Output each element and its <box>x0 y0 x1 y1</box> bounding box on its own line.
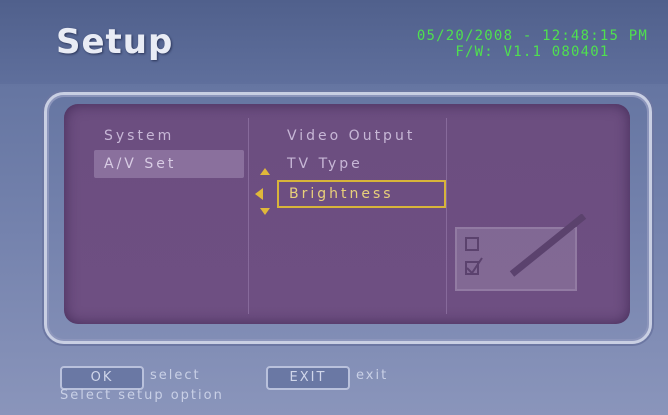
up-arrow-icon[interactable] <box>260 168 270 175</box>
option-item-video-output[interactable]: Video Output <box>277 122 442 150</box>
scroll-arrows[interactable] <box>255 168 273 215</box>
date-time-text: 05/20/2008 - 12:48:15 PM <box>416 28 648 44</box>
option-item-tv-type[interactable]: TV Type <box>277 150 442 178</box>
ok-key-button[interactable]: OK <box>60 366 144 390</box>
option-item-brightness[interactable]: Brightness <box>255 168 446 215</box>
firmware-version-text: F/W: V1.1 080401 <box>455 44 610 60</box>
option-label: Brightness <box>289 186 394 202</box>
option-label: TV Type <box>287 156 363 172</box>
option-list: Video Output TV Type Brightness <box>255 122 446 215</box>
column-divider-right <box>446 118 447 314</box>
category-item-system[interactable]: System <box>94 122 244 150</box>
category-list: System A/V Set <box>94 122 244 178</box>
exit-key-button[interactable]: EXIT <box>266 366 350 390</box>
category-item-av-set[interactable]: A/V Set <box>94 150 244 178</box>
setup-screen: Setup 05/20/2008 - 12:48:15 PM F/W: V1.1… <box>0 0 668 415</box>
exit-action-label: exit <box>356 368 389 383</box>
option-label: Video Output <box>287 128 416 144</box>
menu-panel: System A/V Set Video Output TV Type Brig… <box>64 104 630 324</box>
page-title: Setup <box>56 22 174 62</box>
datetime-display: 05/20/2008 - 12:48:15 PM F/W: V1.1 08040… <box>417 28 648 60</box>
header-bar: Setup 05/20/2008 - 12:48:15 PM F/W: V1.1… <box>0 0 668 84</box>
checklist-pencil-icon <box>455 214 587 291</box>
category-label: System <box>104 128 175 144</box>
footer-bar: OK select EXIT exit Select setup option <box>0 350 668 415</box>
ok-action-label: select <box>150 368 201 383</box>
status-hint-text: Select setup option <box>60 388 224 403</box>
column-divider-left <box>248 118 249 314</box>
down-arrow-icon[interactable] <box>260 208 270 215</box>
left-arrow-icon[interactable] <box>255 188 263 200</box>
category-label: A/V Set <box>104 156 177 172</box>
